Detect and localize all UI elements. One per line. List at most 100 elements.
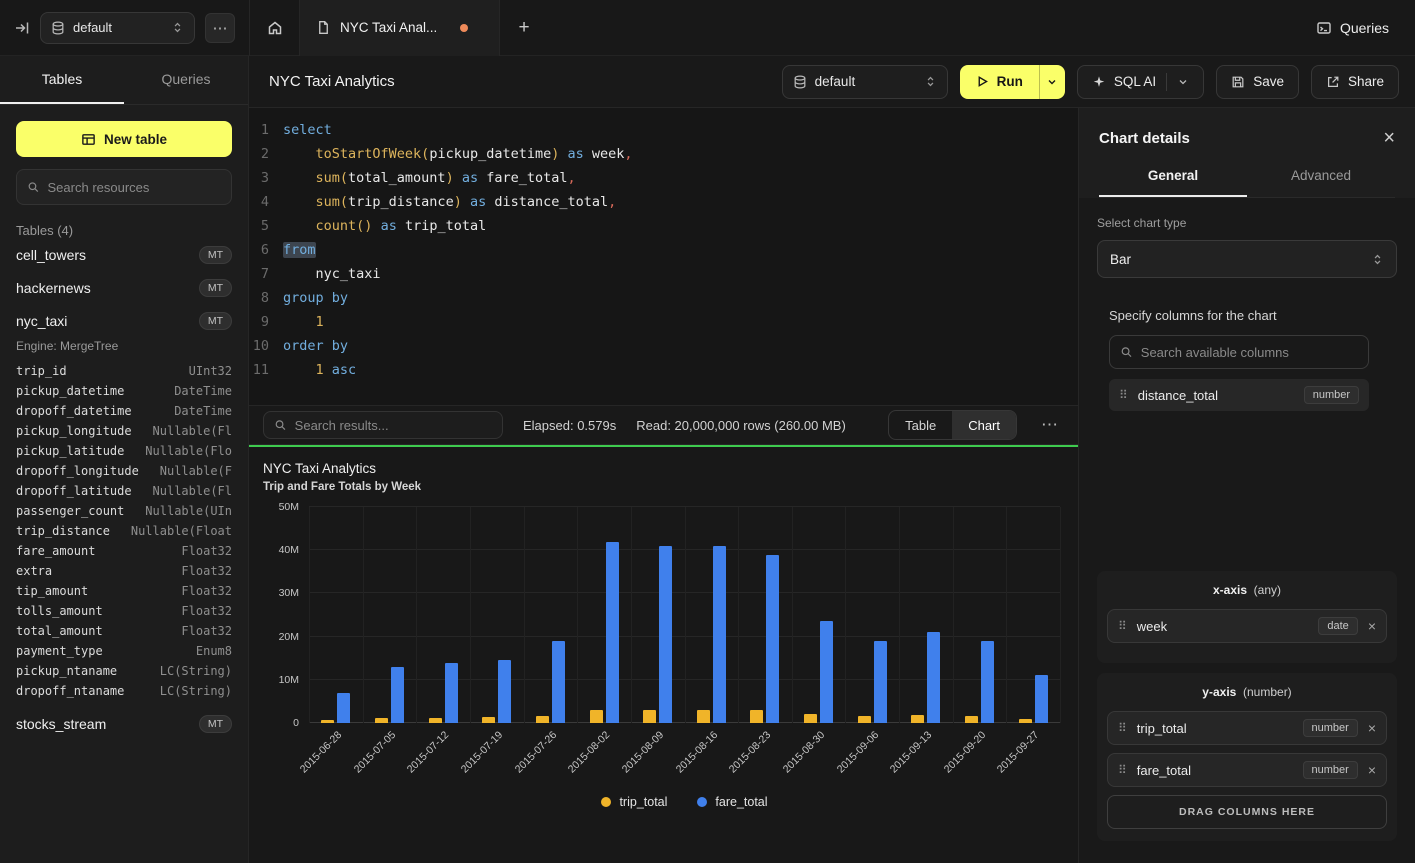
- column-row[interactable]: fare_amountFloat32: [16, 541, 232, 561]
- save-button[interactable]: Save: [1216, 65, 1299, 99]
- legend-label: fare_total: [715, 795, 767, 809]
- column-type: Nullable(Flo: [145, 444, 232, 458]
- code-line: 8group by: [249, 286, 1078, 310]
- new-table-label: New table: [104, 132, 167, 147]
- query-title: NYC Taxi Analytics: [269, 73, 395, 90]
- remove-icon[interactable]: ×: [1368, 721, 1376, 735]
- legend-dot: [601, 797, 611, 807]
- chart-type-select[interactable]: Bar: [1097, 240, 1397, 278]
- drag-handle-icon[interactable]: ⠿: [1118, 763, 1127, 777]
- legend-item[interactable]: fare_total: [697, 795, 767, 809]
- column-row[interactable]: payment_typeEnum8: [16, 641, 232, 661]
- results-search-input[interactable]: [295, 418, 492, 433]
- query-database-value: default: [815, 74, 916, 89]
- engine-badge: MT: [199, 279, 232, 297]
- x-tick-label: 2015-06-28: [298, 729, 344, 775]
- remove-icon[interactable]: ×: [1368, 619, 1376, 633]
- axis-column-row[interactable]: ⠿weekdate×: [1107, 609, 1387, 643]
- chevron-updown-icon: [1371, 253, 1384, 266]
- column-row[interactable]: pickup_latitudeNullable(Flo: [16, 441, 232, 461]
- columns-search-input[interactable]: [1141, 345, 1358, 360]
- share-button[interactable]: Share: [1311, 65, 1399, 99]
- x-tick-label: 2015-07-26: [512, 729, 558, 775]
- code-text: 1 asc: [283, 358, 356, 382]
- column-name: pickup_datetime: [16, 384, 124, 398]
- drop-zone[interactable]: DRAG COLUMNS HERE: [1107, 795, 1387, 829]
- collapse-sidebar-button[interactable]: [14, 20, 30, 36]
- drag-handle-icon[interactable]: ⠿: [1118, 721, 1127, 735]
- column-row[interactable]: tolls_amountFloat32: [16, 601, 232, 621]
- code-text: sum(trip_distance) as distance_total,: [283, 190, 616, 214]
- bar-trip_total: [590, 710, 603, 723]
- tab-general[interactable]: General: [1099, 168, 1247, 197]
- line-number: 11: [249, 358, 283, 382]
- column-row[interactable]: passenger_countNullable(UIn: [16, 501, 232, 521]
- column-row[interactable]: dropoff_ntanameLC(String): [16, 681, 232, 701]
- column-row[interactable]: extraFloat32: [16, 561, 232, 581]
- sidebar-table-row[interactable]: nyc_taxiMT: [16, 304, 232, 337]
- sql-ai-button[interactable]: SQL AI: [1077, 65, 1204, 99]
- line-number: 2: [249, 142, 283, 166]
- column-row[interactable]: pickup_longitudeNullable(Fl: [16, 421, 232, 441]
- drag-handle-icon[interactable]: ⠿: [1119, 388, 1128, 402]
- query-tab-title: NYC Taxi Anal...: [340, 20, 437, 35]
- column-row[interactable]: dropoff_longitudeNullable(F: [16, 461, 232, 481]
- run-options-button[interactable]: [1039, 65, 1065, 99]
- sidebar-table-row[interactable]: hackernewsMT: [16, 271, 232, 304]
- sidebar-table-row[interactable]: stocks_streamMT: [16, 707, 232, 740]
- axis-column-row[interactable]: ⠿trip_totalnumber×: [1107, 711, 1387, 745]
- column-row[interactable]: dropoff_datetimeDateTime: [16, 401, 232, 421]
- column-type: Nullable(Fl: [153, 484, 232, 498]
- sidebar-search-input[interactable]: [48, 180, 221, 195]
- remove-icon[interactable]: ×: [1368, 763, 1376, 777]
- sidebar-tab-queries[interactable]: Queries: [124, 56, 248, 104]
- column-row[interactable]: trip_distanceNullable(Float: [16, 521, 232, 541]
- column-name: dropoff_ntaname: [16, 684, 124, 698]
- table-engine-label: Engine: MergeTree: [16, 339, 232, 353]
- sql-ai-label: SQL AI: [1114, 74, 1156, 89]
- tab-advanced[interactable]: Advanced: [1247, 168, 1395, 197]
- results-search[interactable]: [263, 411, 503, 439]
- column-row[interactable]: tip_amountFloat32: [16, 581, 232, 601]
- sql-editor[interactable]: 1select2 toStartOfWeek(pickup_datetime) …: [249, 108, 1078, 405]
- column-name: dropoff_latitude: [16, 484, 132, 498]
- new-table-button[interactable]: New table: [16, 121, 232, 157]
- queries-button[interactable]: Queries: [1290, 0, 1415, 56]
- sidebar-table-row[interactable]: cell_towersMT: [16, 238, 232, 271]
- axis-column-row[interactable]: ⠿fare_totalnumber×: [1107, 753, 1387, 787]
- available-columns-list: ⠿distance_totalnumber: [1109, 379, 1369, 411]
- legend-item[interactable]: trip_total: [601, 795, 667, 809]
- bar-fare_total: [874, 641, 887, 723]
- column-name: fare_amount: [16, 544, 95, 558]
- column-row[interactable]: trip_idUInt32: [16, 361, 232, 381]
- play-icon: [976, 75, 989, 88]
- table-view-button[interactable]: Table: [889, 411, 952, 439]
- column-name: dropoff_longitude: [16, 464, 139, 478]
- available-column-row[interactable]: ⠿distance_totalnumber: [1109, 379, 1369, 411]
- gridline: [1060, 507, 1061, 723]
- column-row[interactable]: total_amountFloat32: [16, 621, 232, 641]
- type-badge: date: [1318, 617, 1357, 635]
- query-tab[interactable]: NYC Taxi Anal...: [300, 0, 500, 56]
- chart-view-button[interactable]: Chart: [952, 411, 1016, 439]
- code-text: 1: [283, 310, 324, 334]
- run-button[interactable]: Run: [960, 65, 1039, 99]
- sidebar-more-button[interactable]: ⋯: [205, 13, 235, 43]
- column-row[interactable]: pickup_datetimeDateTime: [16, 381, 232, 401]
- sidebar-search[interactable]: [16, 169, 232, 205]
- code-line: 3 sum(total_amount) as fare_total,: [249, 166, 1078, 190]
- columns-search[interactable]: [1109, 335, 1369, 369]
- close-icon[interactable]: ×: [1383, 128, 1395, 148]
- sidebar-tab-tables[interactable]: Tables: [0, 56, 124, 104]
- results-more-button[interactable]: ⋯: [1037, 415, 1062, 435]
- home-tab[interactable]: [250, 0, 300, 56]
- tab-strip: NYC Taxi Anal... + Queries: [249, 0, 1415, 56]
- column-row[interactable]: dropoff_latitude Nullable(Fl: [16, 481, 232, 501]
- bar-fare_total: [820, 621, 833, 723]
- database-selector[interactable]: default: [40, 12, 195, 44]
- drag-handle-icon[interactable]: ⠿: [1118, 619, 1127, 633]
- column-row[interactable]: pickup_ntanameLC(String): [16, 661, 232, 681]
- new-tab-button[interactable]: +: [500, 0, 548, 56]
- line-number: 8: [249, 286, 283, 310]
- query-database-selector[interactable]: default: [782, 65, 948, 99]
